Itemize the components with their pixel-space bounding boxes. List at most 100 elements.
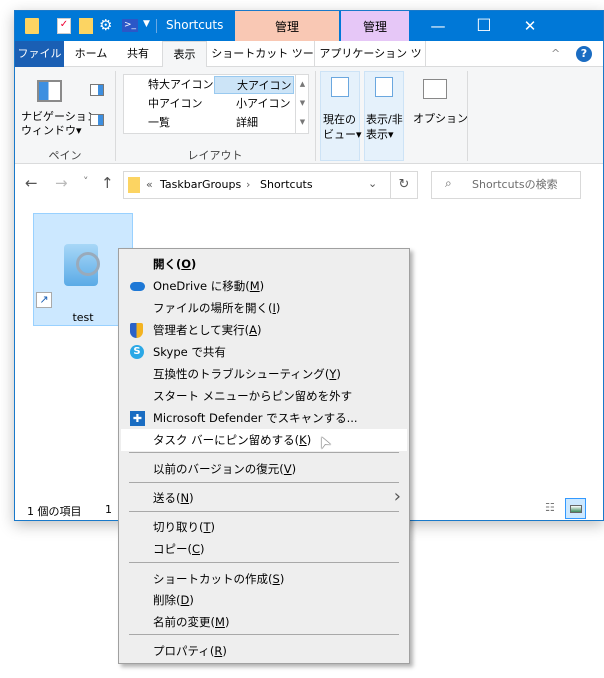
tab-file[interactable]: ファイル bbox=[15, 41, 64, 67]
menu-item-label: スタート メニューからピン留めを外す bbox=[153, 389, 353, 403]
properties-icon[interactable]: ✓ bbox=[57, 18, 71, 34]
context-menu-item[interactable]: OneDrive に移動(M) bbox=[121, 275, 407, 297]
menu-item-accelerator: (S) bbox=[268, 572, 285, 586]
menu-item-label: 名前の変更 bbox=[153, 615, 211, 629]
breadcrumb-overflow[interactable]: « bbox=[146, 178, 153, 191]
context-menu-item[interactable]: スタート メニューからピン留めを外す bbox=[121, 385, 407, 407]
menu-item-label: ショートカットの作成 bbox=[153, 572, 268, 586]
context-menu-item[interactable]: 切り取り(T) bbox=[121, 516, 407, 538]
layout-details[interactable]: 詳細 bbox=[214, 114, 294, 132]
close-button[interactable]: ✕ bbox=[507, 11, 553, 41]
menu-item-label: 削除 bbox=[153, 593, 176, 607]
context-menu-item[interactable]: 以前のバージョンの復元(V) bbox=[121, 458, 407, 480]
navigation-pane-icon[interactable] bbox=[37, 80, 62, 102]
menu-item-accelerator: (C) bbox=[187, 542, 205, 556]
details-view-button[interactable]: ☷ bbox=[545, 501, 555, 514]
recent-locations-button[interactable]: ˅ bbox=[83, 175, 89, 188]
accelerator-key: N bbox=[180, 491, 190, 505]
nav-pane-label-1: ナビゲーション bbox=[21, 110, 98, 123]
layout-medium-icons[interactable]: 中アイコン bbox=[126, 95, 214, 113]
skype-icon: S bbox=[130, 345, 145, 360]
menu-item-accelerator: (O) bbox=[176, 257, 197, 271]
navigation-pane-button[interactable]: ナビゲーション ウィンドウ▾ bbox=[21, 110, 98, 138]
search-input[interactable]: Shortcutsの検索 bbox=[431, 171, 581, 199]
context-tab-app[interactable]: 管理 bbox=[341, 11, 409, 41]
layout-extra-large-icons[interactable]: 特大アイコン bbox=[126, 76, 214, 94]
powershell-icon[interactable]: >_ bbox=[122, 19, 138, 32]
menu-item-label: OneDrive に移動 bbox=[153, 279, 246, 293]
large-icons-view-icon bbox=[570, 505, 582, 513]
accelerator-key: O bbox=[181, 257, 192, 271]
status-selected: 1 bbox=[105, 503, 112, 516]
context-menu-item[interactable]: ファイルの場所を開く(I) bbox=[121, 297, 407, 319]
divider bbox=[156, 19, 157, 33]
context-menu-item[interactable]: 開く(O) bbox=[121, 253, 407, 275]
show-hide-button[interactable]: 表示/非 表示▾ bbox=[364, 71, 404, 161]
context-menu-item[interactable]: コピー(C) bbox=[121, 538, 407, 560]
menu-item-accelerator: (M) bbox=[210, 615, 230, 629]
options-button[interactable]: オプション bbox=[413, 110, 468, 126]
breadcrumb-shortcuts[interactable]: Shortcuts bbox=[260, 178, 313, 191]
up-button[interactable]: ↑ bbox=[101, 174, 114, 192]
context-menu-item[interactable]: 管理者として実行(A) bbox=[121, 319, 407, 341]
show-hide-label-2: 表示▾ bbox=[366, 128, 394, 141]
window-title: Shortcuts bbox=[166, 18, 224, 32]
menu-item-label: 送る bbox=[153, 491, 176, 505]
back-button[interactable]: ← bbox=[25, 174, 38, 192]
show-hide-label: 表示/非 表示▾ bbox=[366, 112, 403, 142]
tab-application-tools[interactable]: アプリケーション ツール bbox=[316, 41, 426, 86]
address-bar[interactable]: « TaskbarGroups › Shortcuts ⌄ bbox=[123, 171, 391, 199]
maximize-button[interactable]: ☐ bbox=[461, 11, 507, 41]
layout-gallery: 特大アイコン 大アイコン 中アイコン 小アイコン 一覧 詳細 ▲ ▼ ▼ bbox=[123, 74, 309, 134]
menu-item-label: Microsoft Defender でスキャンする... bbox=[153, 411, 358, 425]
divider bbox=[115, 71, 116, 161]
address-dropdown[interactable]: ⌄ bbox=[368, 177, 377, 190]
menu-item-label: 以前のバージョンの復元 bbox=[153, 462, 280, 476]
forward-button[interactable]: → bbox=[55, 174, 68, 192]
gear-icon[interactable]: ⚙ bbox=[99, 16, 112, 34]
layout-list[interactable]: 一覧 bbox=[126, 114, 214, 132]
context-menu-item[interactable]: タスク バーにピン留めする(K) bbox=[121, 429, 407, 451]
current-view-button[interactable]: 現在の ビュー▾ bbox=[320, 71, 362, 161]
new-folder-icon[interactable] bbox=[79, 18, 93, 34]
context-menu-item[interactable]: プロパティ(R) bbox=[121, 640, 407, 662]
tab-shortcut-tools[interactable]: ショートカット ツール bbox=[211, 41, 315, 86]
context-menu-item[interactable]: 送る(N) › bbox=[121, 486, 407, 509]
refresh-button[interactable]: ↻ bbox=[391, 171, 418, 199]
layout-small-icons[interactable]: 小アイコン bbox=[214, 95, 294, 113]
details-pane-icon[interactable] bbox=[90, 114, 104, 126]
context-menu-item[interactable]: ショートカットの作成(S) bbox=[121, 568, 407, 590]
context-menu-item[interactable]: 名前の変更(M) bbox=[121, 611, 407, 633]
accelerator-key: M bbox=[249, 279, 260, 293]
shortcut-arrow-icon: ↗ bbox=[36, 292, 52, 308]
gallery-scroll[interactable]: ▲ ▼ ▼ bbox=[295, 75, 309, 133]
help-icon[interactable]: ? bbox=[576, 46, 592, 62]
layout-large-icons[interactable]: 大アイコン bbox=[214, 76, 294, 94]
preview-pane-icon[interactable] bbox=[90, 84, 104, 96]
accelerator-key: R bbox=[214, 644, 223, 658]
context-menu-item[interactable]: 削除(D) bbox=[121, 589, 407, 611]
breadcrumb-taskbargroups[interactable]: TaskbarGroups bbox=[160, 178, 241, 191]
context-menu-item[interactable]: ✚ Microsoft Defender でスキャンする... bbox=[121, 407, 407, 429]
large-icons-view-button[interactable] bbox=[565, 498, 586, 519]
menu-item-label: 管理者として実行 bbox=[153, 323, 245, 337]
accelerator-key: S bbox=[272, 572, 280, 586]
collapse-ribbon-icon[interactable]: ^ bbox=[551, 47, 560, 60]
tab-share[interactable]: 共有 bbox=[115, 41, 161, 67]
defender-icon: ✚ bbox=[130, 411, 145, 426]
tab-view[interactable]: 表示 bbox=[162, 41, 207, 68]
menu-item-label: 互換性のトラブルシューティング bbox=[153, 367, 325, 381]
accelerator-key: V bbox=[283, 462, 292, 476]
context-tab-shortcut[interactable]: 管理 bbox=[235, 11, 339, 41]
minimize-button[interactable]: — bbox=[415, 11, 461, 41]
menu-item-accelerator: (I) bbox=[268, 301, 281, 315]
tab-home[interactable]: ホーム bbox=[68, 41, 114, 67]
context-menu-item[interactable]: 互換性のトラブルシューティング(Y) bbox=[121, 363, 407, 385]
ribbon: ナビゲーション ウィンドウ▾ ペイン 特大アイコン 大アイコン 中アイコン 小アイ… bbox=[15, 67, 603, 164]
context-menu-item[interactable]: S Skype で共有 bbox=[121, 341, 407, 363]
menu-item-label: 開く bbox=[153, 257, 176, 271]
options-icon[interactable] bbox=[423, 79, 447, 99]
customize-qat-icon[interactable]: ▼ bbox=[143, 19, 150, 29]
accelerator-key: M bbox=[215, 615, 225, 629]
status-item-count: 1 個の項目 bbox=[27, 505, 82, 518]
